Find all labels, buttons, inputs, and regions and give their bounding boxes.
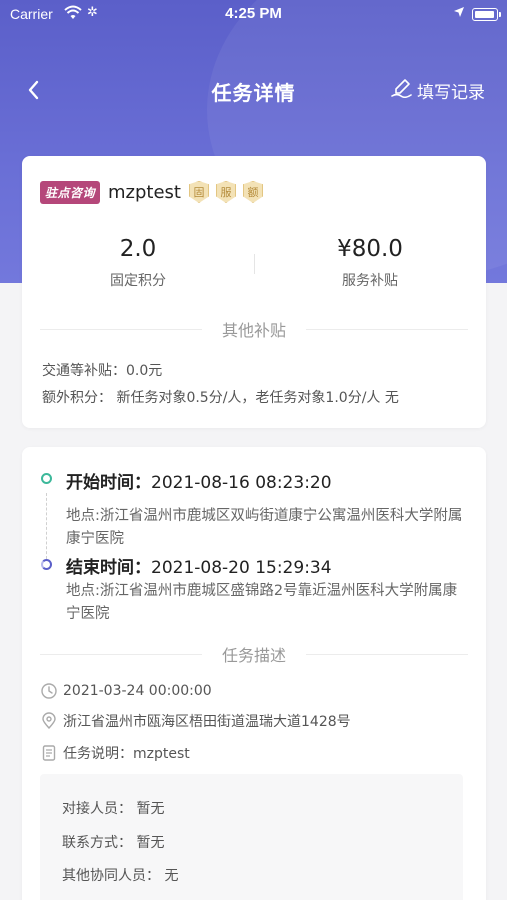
document-icon — [40, 744, 58, 762]
stats-row: 2.0 固定积分 ¥80.0 服务补贴 — [22, 236, 486, 296]
fixed-points-label: 固定积分 — [110, 273, 166, 289]
fixed-points-stat: 2.0 固定积分 — [22, 236, 254, 290]
status-time: 4:25 PM — [225, 5, 282, 22]
fixed-points-value: 2.0 — [119, 236, 157, 262]
contact-method: 联系方式： 暂无 — [62, 835, 165, 851]
contact-person: 对接人员： 暂无 — [62, 801, 165, 817]
task-type-tag: 驻点咨询 — [40, 180, 101, 204]
extra-points-text: 额外积分： 新任务对象0.5分/人，老任务对象1.0分/人 无 — [42, 390, 399, 406]
badge-fixed-icon: 固 — [189, 181, 209, 203]
task-detail-card: 开始时间：2021-08-16 08:23:20 地点:浙江省温州市鹿城区双屿街… — [22, 447, 486, 900]
status-bar: Carrier ✲ 4:25 PM — [0, 0, 507, 30]
description-datetime-row: 2021-03-24 00:00:00 — [40, 681, 212, 701]
end-time-label: 结束时间： — [66, 558, 151, 578]
battery-icon — [472, 8, 501, 21]
description-location-row: 浙江省温州市瓯海区梧田街道温瑞大道1428号 — [40, 711, 351, 731]
location-pin-icon — [40, 712, 58, 730]
divider — [306, 653, 469, 655]
other-subsidy-heading: 其他补贴 — [40, 318, 469, 340]
fill-record-button[interactable]: 填写记录 — [391, 78, 485, 103]
signature-icon — [391, 78, 413, 103]
description-note-row: 任务说明：mzptest — [40, 743, 190, 763]
location-arrow-icon — [453, 6, 465, 21]
start-address: 地点:浙江省温州市鹿城区双屿街道康宁公寓温州医科大学附属康宁医院 — [66, 508, 463, 547]
start-time-label: 开始时间： — [66, 473, 151, 493]
other-staff: 其他协同人员： 无 — [62, 868, 179, 884]
clock-icon — [40, 682, 58, 700]
service-subsidy-stat: ¥80.0 服务补贴 — [254, 236, 486, 290]
task-name: mzptest — [108, 181, 181, 203]
start-dot-icon — [41, 473, 52, 484]
end-time-value: 2021-08-20 15:29:34 — [151, 558, 332, 578]
badge-service-icon: 服 — [216, 181, 236, 203]
divider — [40, 653, 202, 655]
service-subsidy-label: 服务补贴 — [342, 273, 398, 289]
divider — [40, 328, 202, 330]
task-description-heading-text: 任务描述 — [222, 646, 287, 665]
start-time-value: 2021-08-16 08:23:20 — [151, 473, 332, 493]
end-address: 地点:浙江省温州市鹿城区盛锦路2号靠近温州医科大学附属康宁医院 — [66, 583, 458, 622]
description-location: 浙江省温州市瓯海区梧田街道温瑞大道1428号 — [63, 714, 351, 730]
task-description-heading: 任务描述 — [40, 643, 469, 665]
end-dot-icon — [41, 559, 52, 570]
end-time-row: 结束时间：2021-08-20 15:29:34 — [66, 553, 332, 578]
task-title-row: 驻点咨询 mzptest 固 服 额 — [40, 179, 270, 205]
description-datetime: 2021-03-24 00:00:00 — [63, 683, 212, 699]
other-subsidy-heading-text: 其他补贴 — [222, 321, 287, 340]
timeline-line — [46, 493, 47, 559]
description-note: 任务说明：mzptest — [63, 746, 190, 762]
start-time-row: 开始时间：2021-08-16 08:23:20 — [66, 468, 332, 493]
badge-extra-icon: 额 — [243, 181, 263, 203]
service-subsidy-value: ¥80.0 — [337, 236, 403, 262]
nav-bar: 任务详情 填写记录 — [0, 60, 507, 120]
divider — [306, 328, 469, 330]
task-summary-card: 驻点咨询 mzptest 固 服 额 2.0 固定积分 ¥80.0 服务补贴 其… — [22, 156, 486, 428]
traffic-subsidy-text: 交通等补贴：0.0元 — [42, 363, 163, 379]
contact-info-box: 对接人员： 暂无 联系方式： 暂无 其他协同人员： 无 — [40, 774, 463, 900]
fill-record-label: 填写记录 — [417, 83, 485, 103]
